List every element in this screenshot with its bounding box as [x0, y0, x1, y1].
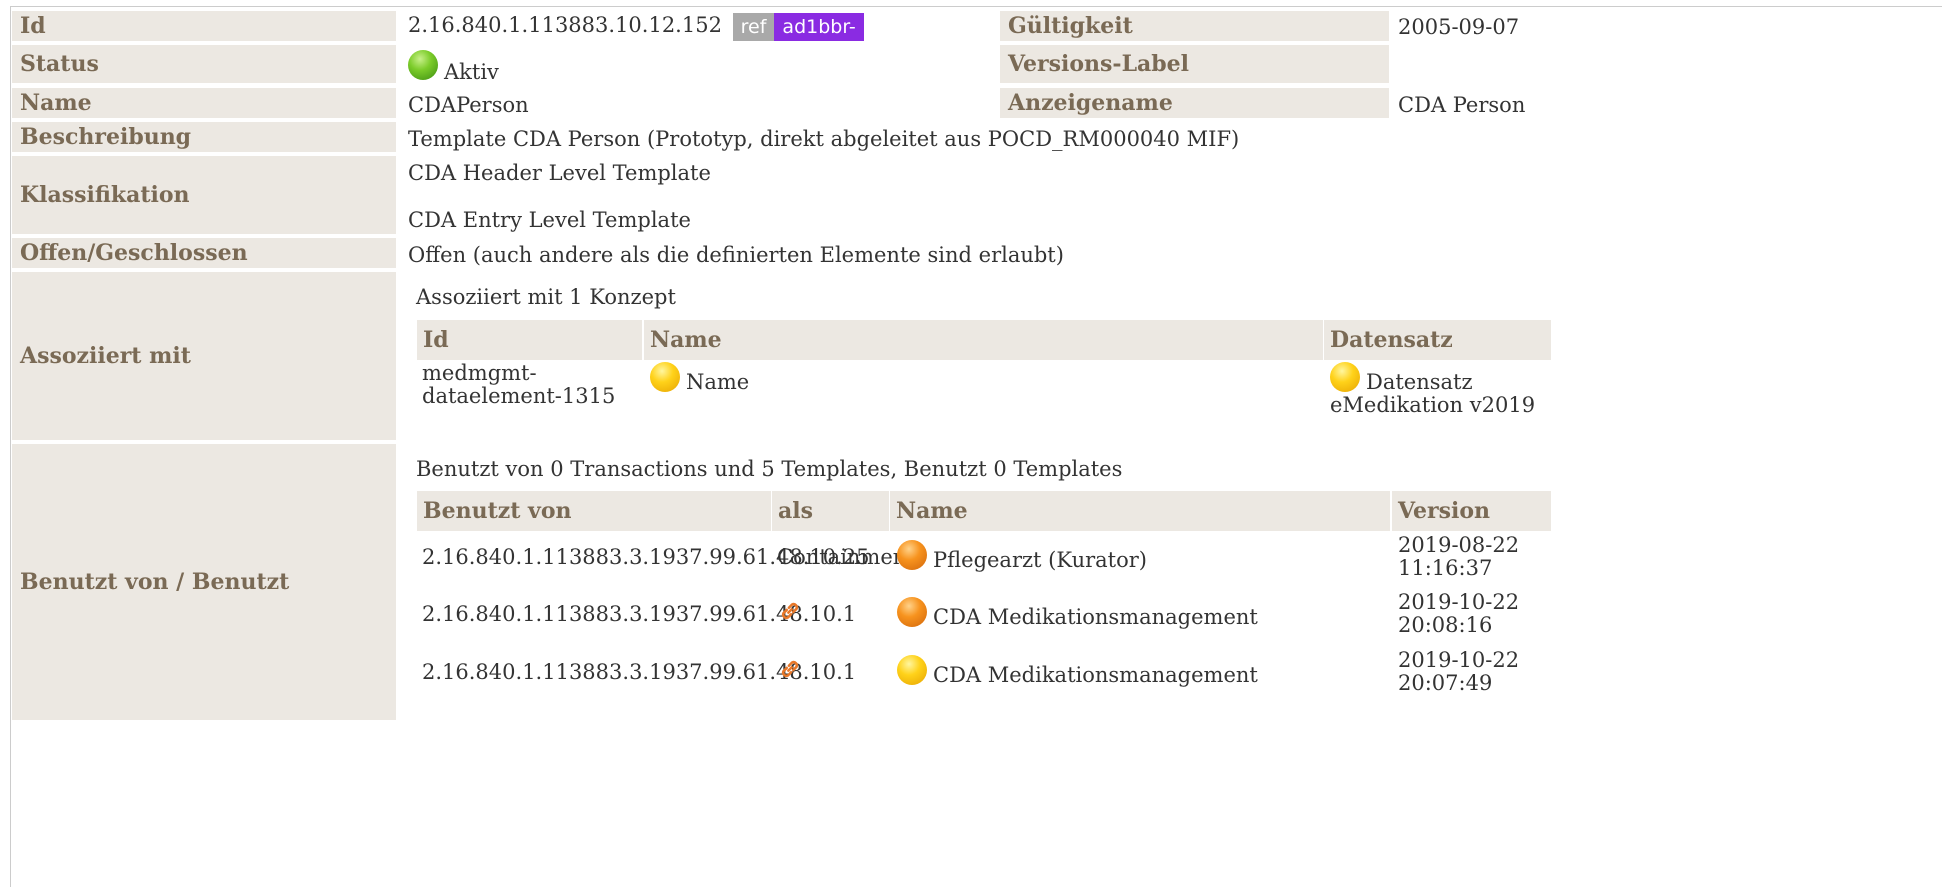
value-id: 2.16.840.1.113883.10.12.152 ref ad1bbr- [408, 13, 864, 41]
value-gueltigkeit: 2005-09-07 [1398, 15, 1520, 39]
benutzt-col-version-text: Version [1398, 498, 1491, 524]
dataset-name-line2[interactable]: eMedikation v2019 [1330, 393, 1535, 417]
label-beschreibung-text: Beschreibung [20, 124, 192, 150]
assoziiert-summary: Assoziiert mit 1 Konzept [416, 285, 676, 309]
label-offen: Offen/Geschlossen [12, 238, 396, 268]
label-id-text: Id [20, 13, 46, 39]
usage-row-version-date: 2019-08-22 [1398, 533, 1520, 557]
usage-row-name[interactable]: CDA Medikationsmanagement [897, 597, 1258, 629]
label-assoziiert-text: Assoziiert mit [20, 343, 191, 369]
concept-name[interactable]: Name [650, 362, 750, 394]
template-status-pending-icon [897, 540, 927, 570]
klassifikation-item: CDA Header Level Template [408, 161, 711, 185]
label-versions-label-text: Versions-Label [1008, 51, 1190, 77]
concept-datensatz[interactable]: Datensatz [1330, 362, 1473, 394]
label-offen-text: Offen/Geschlossen [20, 240, 248, 266]
value-beschreibung: Template CDA Person (Prototyp, direkt ab… [408, 127, 1240, 151]
value-anzeigename: CDA Person [1398, 93, 1526, 117]
assoziiert-col-datensatz: Datensatz [1324, 320, 1551, 360]
label-gueltigkeit: Gültigkeit [1000, 11, 1389, 41]
template-status-draft-icon [897, 655, 927, 685]
concept-id-line2[interactable]: dataelement-1315 [422, 384, 615, 408]
assoziiert-col-datensatz-text: Datensatz [1330, 327, 1453, 353]
label-name-text: Name [20, 90, 92, 116]
label-beschreibung: Beschreibung [12, 122, 396, 152]
benutzt-col-als-text: als [778, 498, 813, 524]
assoziiert-col-id: Id [417, 320, 642, 360]
benutzt-col-benutzt-von-text: Benutzt von [423, 498, 572, 524]
link-icon[interactable] [777, 598, 803, 624]
klassifikation-item: CDA Entry Level Template [408, 208, 691, 232]
value-offen: Offen (auch andere als die definierten E… [408, 243, 1064, 267]
usage-row-name-text: CDA Medikationsmanagement [933, 662, 1258, 687]
label-id: Id [12, 11, 396, 41]
dataset-name-line1: Datensatz [1366, 369, 1473, 394]
concept-status-draft-icon [650, 362, 680, 392]
label-status-text: Status [20, 51, 99, 77]
label-anzeigename-text: Anzeigename [1008, 90, 1173, 116]
label-klassifikation-text: Klassifikation [20, 182, 190, 208]
label-benutzt: Benutzt von / Benutzt [12, 444, 396, 720]
usage-row-version-time: 20:07:49 [1398, 671, 1493, 695]
prefix-badge[interactable]: ad1bbr- [774, 13, 864, 41]
label-name: Name [12, 88, 396, 118]
label-anzeigename: Anzeigename [1000, 88, 1389, 118]
label-versions-label: Versions-Label [1000, 45, 1389, 83]
ref-badge[interactable]: ref [732, 13, 775, 41]
assoziiert-col-id-text: Id [423, 327, 449, 353]
assoziiert-col-name: Name [644, 320, 1323, 360]
benutzt-col-name-text: Name [896, 498, 968, 524]
benutzt-col-benutzt-von: Benutzt von [417, 491, 771, 531]
usage-row-version-date: 2019-10-22 [1398, 590, 1520, 614]
status-active-icon [408, 50, 438, 80]
value-status: Aktiv [408, 50, 499, 84]
template-status-pending-icon [897, 597, 927, 627]
usage-row-version-time: 11:16:37 [1398, 556, 1493, 580]
label-benutzt-text: Benutzt von / Benutzt [20, 569, 290, 595]
usage-row-name-text: CDA Medikationsmanagement [933, 604, 1258, 629]
template-id-text: 2.16.840.1.113883.10.12.152 [408, 13, 722, 37]
usage-row-als: Containment [777, 545, 915, 569]
usage-row-version-time: 20:08:16 [1398, 613, 1493, 637]
concept-id-line1[interactable]: medmgmt- [422, 361, 537, 385]
usage-row-version-date: 2019-10-22 [1398, 648, 1520, 672]
benutzt-summary: Benutzt von 0 Transactions und 5 Templat… [416, 457, 1123, 481]
usage-row-name-text: Pflegearzt (Kurator) [933, 547, 1147, 572]
label-klassifikation: Klassifikation [12, 156, 396, 234]
assoziiert-col-name-text: Name [650, 327, 722, 353]
value-name: CDAPerson [408, 93, 529, 117]
link-icon[interactable] [777, 656, 803, 682]
benutzt-col-version: Version [1392, 491, 1551, 531]
benutzt-col-name: Name [890, 491, 1390, 531]
usage-row-name[interactable]: Pflegearzt (Kurator) [897, 540, 1147, 572]
usage-row-name[interactable]: CDA Medikationsmanagement [897, 655, 1258, 687]
label-assoziiert: Assoziiert mit [12, 272, 396, 440]
benutzt-col-als: als [772, 491, 889, 531]
label-gueltigkeit-text: Gültigkeit [1008, 13, 1133, 39]
dataset-status-draft-icon [1330, 362, 1360, 392]
label-status: Status [12, 45, 396, 83]
concept-name-text: Name [686, 369, 750, 394]
status-text: Aktiv [444, 59, 499, 84]
